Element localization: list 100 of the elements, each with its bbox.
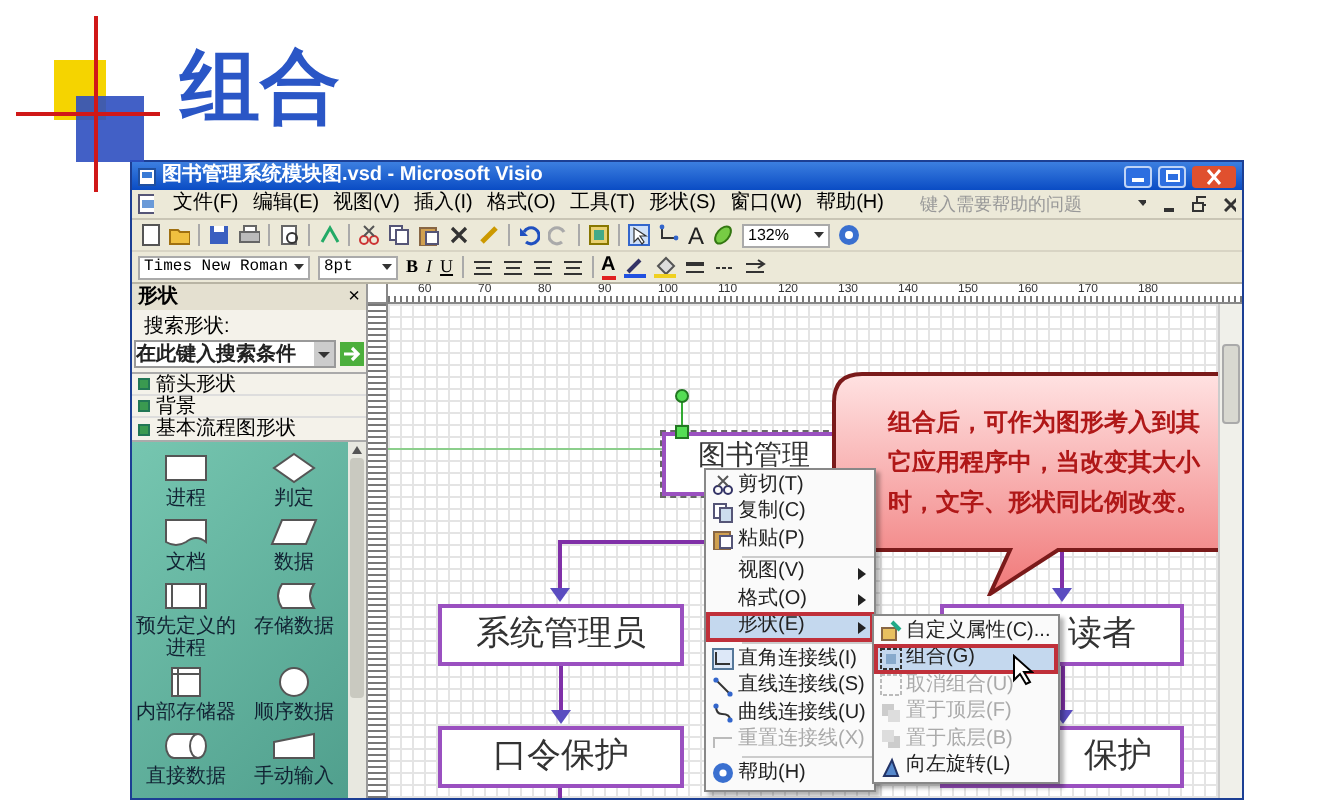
- minimize-button[interactable]: [1124, 165, 1152, 187]
- stencil-label[interactable]: 文档: [132, 552, 240, 574]
- box-label: 口令保护: [493, 736, 629, 776]
- print-icon[interactable]: [238, 224, 260, 246]
- minimize-icon[interactable]: [1164, 207, 1175, 211]
- print-preview-icon[interactable]: [278, 224, 300, 246]
- close-button[interactable]: ×: [348, 285, 360, 309]
- line-color-icon[interactable]: [623, 256, 646, 278]
- delete-icon[interactable]: [448, 224, 470, 246]
- scrollbar[interactable]: [348, 442, 366, 798]
- zoom-field[interactable]: 132%: [742, 223, 831, 247]
- scrollbar[interactable]: [1218, 304, 1242, 798]
- stencil-category[interactable]: 背景: [132, 396, 366, 418]
- menu-item[interactable]: 形状(S): [649, 192, 716, 216]
- menu-item[interactable]: 工具(T): [569, 192, 636, 216]
- paste-icon[interactable]: [418, 224, 440, 246]
- scissors-icon[interactable]: [358, 224, 380, 246]
- stencil-label[interactable]: 手动输入: [240, 766, 348, 788]
- menu-item[interactable]: 窗口(W): [729, 192, 803, 216]
- search-field[interactable]: 在此键入搜索条件: [134, 340, 336, 368]
- text-tool-button[interactable]: A: [688, 221, 705, 249]
- align-center-icon[interactable]: [501, 257, 524, 277]
- menu-item[interactable]: 视图(V): [333, 192, 400, 216]
- menu-item[interactable]: 文件(F): [172, 192, 239, 216]
- menu-item[interactable]: 插入(I): [413, 192, 473, 216]
- window-title: 图书管理系统模块图.vsd - Microsoft Visio: [162, 164, 543, 188]
- document-icon[interactable]: [138, 194, 155, 214]
- menu-item[interactable]: 向左旋转(L): [876, 753, 1056, 780]
- shapes-icon[interactable]: [588, 224, 610, 246]
- stencil-label[interactable]: 进程: [132, 488, 240, 510]
- stencil-category[interactable]: 基本流程图形状: [132, 418, 366, 440]
- dropdown-caret-icon[interactable]: [382, 264, 392, 270]
- callout-text: 组合后，可作为图形考入到其它应用程序中，当改变其大小时，文字、形状同比例改变。: [888, 406, 1203, 520]
- bold-button[interactable]: B: [406, 256, 419, 278]
- stencil-label[interactable]: 顺序数据: [240, 702, 348, 724]
- stencil-label[interactable]: 判定: [240, 488, 348, 510]
- stencil-category[interactable]: 箭头形状: [132, 374, 366, 396]
- menu-item[interactable]: 格式(O): [708, 586, 872, 613]
- align-right-icon[interactable]: [531, 257, 554, 277]
- menu-item[interactable]: 复制(C): [708, 499, 872, 526]
- menu-item[interactable]: 直线连接线(S): [708, 673, 872, 700]
- close-button[interactable]: [1192, 165, 1236, 187]
- font-field[interactable]: Times New Roman: [138, 255, 310, 279]
- close-icon[interactable]: [1224, 197, 1236, 211]
- leaf-icon[interactable]: [712, 224, 735, 246]
- connector-icon[interactable]: [658, 224, 680, 246]
- menu-item[interactable]: 自定义属性(C)...: [876, 618, 1056, 645]
- box-label: 图书管理: [698, 442, 810, 472]
- line-ends-icon[interactable]: [743, 257, 766, 277]
- italic-button[interactable]: I: [426, 256, 433, 278]
- align-left-icon[interactable]: [471, 257, 494, 277]
- panel-title: 形状: [138, 285, 178, 309]
- scroll-thumb[interactable]: [350, 458, 364, 698]
- pointer-icon[interactable]: [628, 224, 650, 246]
- menu-item[interactable]: 编辑(E): [252, 192, 320, 216]
- layers-icon: [879, 701, 901, 724]
- scroll-up-arrow-icon[interactable]: [352, 446, 362, 454]
- dropdown-caret-icon[interactable]: [814, 232, 825, 238]
- save-icon[interactable]: [208, 224, 230, 246]
- menu-item[interactable]: 帮助(H): [708, 760, 872, 787]
- dropdown-caret-icon[interactable]: [294, 264, 304, 270]
- underline-button[interactable]: U: [440, 256, 454, 278]
- copy-icon: [711, 501, 733, 524]
- search-label: 搜索形状:: [142, 313, 232, 340]
- stencil-label[interactable]: 内部存储器: [132, 702, 240, 724]
- line-weight-icon[interactable]: [683, 257, 706, 277]
- menu-item[interactable]: 粘贴(P): [708, 526, 872, 553]
- properties-icon: [879, 620, 901, 643]
- copy-icon[interactable]: [388, 224, 410, 246]
- scroll-thumb[interactable]: [1222, 344, 1240, 424]
- selection-handle-icon[interactable]: [674, 388, 690, 440]
- restore-icon[interactable]: [1192, 196, 1207, 212]
- menu-item[interactable]: 帮助(H): [816, 192, 884, 216]
- right-angle-connector-icon: [711, 648, 733, 671]
- menu-item[interactable]: 剪切(T): [708, 472, 872, 499]
- maximize-button[interactable]: [1158, 165, 1186, 187]
- menu-item[interactable]: 曲线连接线(U): [708, 700, 872, 727]
- dropdown-caret-icon[interactable]: [314, 342, 334, 366]
- mouse-pointer-icon: [1012, 654, 1034, 686]
- data-shape-icon[interactable]: [266, 516, 322, 548]
- stencil-label[interactable]: 直接数据: [132, 766, 240, 788]
- stencil-label[interactable]: 预先定义的进程: [132, 616, 240, 660]
- menu-item[interactable]: 直角连接线(I): [708, 646, 872, 673]
- font-size-field[interactable]: 8pt: [318, 255, 398, 279]
- menu-item[interactable]: 视图(V): [708, 559, 872, 586]
- stencil-label[interactable]: 存储数据: [240, 616, 348, 638]
- app-icon: [138, 167, 156, 185]
- undo-icon[interactable]: [518, 224, 540, 246]
- fill-color-icon[interactable]: [653, 256, 676, 278]
- box-label: 系统管理员: [476, 614, 646, 654]
- dropdown-caret-icon[interactable]: [1137, 200, 1147, 208]
- folder-icon[interactable]: [168, 224, 190, 246]
- layers-icon: [879, 728, 901, 751]
- stencil-label[interactable]: 数据: [240, 552, 348, 574]
- menu-item[interactable]: 格式(O): [486, 192, 556, 216]
- slide-title: 组合: [180, 44, 340, 132]
- columns-icon[interactable]: [561, 257, 584, 277]
- font-color-button[interactable]: A: [601, 254, 616, 280]
- help-icon[interactable]: [838, 224, 861, 246]
- new-document-icon[interactable]: [138, 224, 160, 246]
